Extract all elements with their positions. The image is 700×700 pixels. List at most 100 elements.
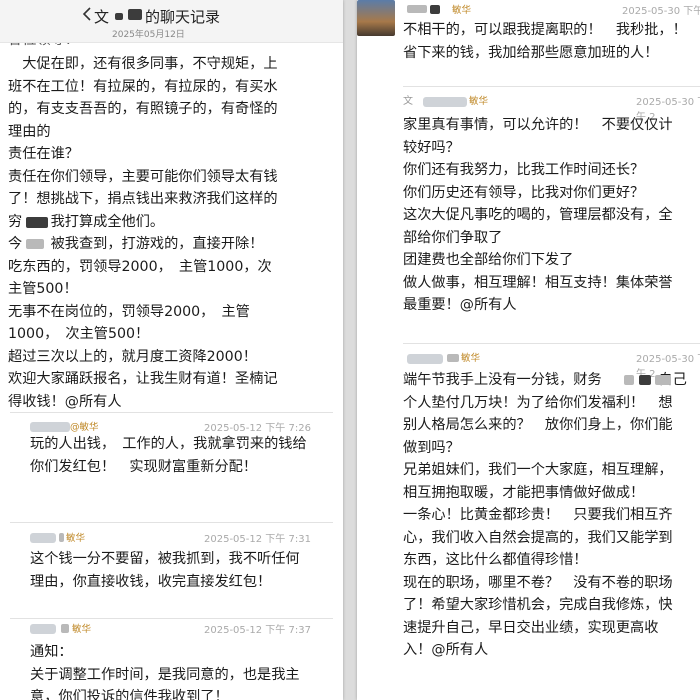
text-line: 欢迎大家踊跃报名，让我生财有道！圣楠记 bbox=[8, 371, 278, 387]
message-time: 2025-05-12 下午 7:37 bbox=[204, 625, 311, 636]
avatar bbox=[30, 533, 56, 543]
sender-name-prefix: 文 bbox=[403, 96, 413, 107]
text-line: 兄弟姐妹们，我们一个大家庭，相互理解， bbox=[403, 462, 673, 478]
text-line: 个人垫付几万块！为了给你们发福利！ 想 bbox=[403, 394, 673, 411]
avatar bbox=[407, 354, 443, 364]
text-line: 做人做事，相互理解！相互支持！集体荣誉 bbox=[403, 274, 673, 291]
censor-block bbox=[26, 239, 44, 249]
text-line: 1000， 次主管500！ bbox=[8, 326, 150, 342]
sender-name: @敏华 bbox=[70, 422, 99, 433]
text-line: 的，有支支吾吾的，有照镜子的，有奇怪的 bbox=[8, 101, 278, 117]
text-line: 一条心！比黄金都珍贵！ 只要我们相互齐 bbox=[403, 507, 673, 523]
text-line: 部给你们争取了 bbox=[403, 229, 503, 246]
text-line: 了！想挑战下，捐点钱出来救济我们这样的 bbox=[8, 191, 278, 207]
censor-block bbox=[61, 624, 69, 633]
left-chat-screenshot: 各位领导！ 大促在即，还有很多同事，不守规矩，上 班不在工位！有拉屎的，有拉尿的… bbox=[0, 0, 343, 700]
sender-name: 敏华 bbox=[452, 5, 472, 16]
message-time: 2025-05-12 下午 7:26 bbox=[204, 423, 311, 434]
text-line: 你们历史还有领导，比我对你们更好？ bbox=[403, 184, 645, 201]
right-msg1-header: 敏华 2025-05-30 下午 bbox=[397, 2, 700, 18]
text-line: 班不在工位！有拉屎的，有拉尿的，有买水 bbox=[8, 78, 278, 95]
avatar bbox=[30, 624, 56, 634]
sender-name: 敏华 bbox=[72, 624, 92, 635]
message-divider bbox=[10, 618, 333, 619]
text-line: 较好吗？ bbox=[403, 139, 460, 156]
left-msg4-text: 通知： 关于调整工作时间，是我同意的，也是我主 意，你们投诉的信件我收到了！ bbox=[30, 641, 300, 700]
text-line: 现在的职场，哪里不卷？ 没有不卷的职场 bbox=[403, 574, 673, 591]
header-title-prefix: 文 bbox=[94, 8, 110, 26]
censor-block bbox=[115, 13, 123, 20]
text-line: 责任在谁？ bbox=[8, 146, 79, 162]
sender-name: 敏华 bbox=[469, 96, 489, 107]
text-line: 无事不在岗位的，罚领导2000， 主管 bbox=[8, 303, 250, 320]
censor-block bbox=[639, 375, 651, 385]
chevron-left-icon[interactable] bbox=[82, 7, 92, 25]
censor-block bbox=[128, 9, 142, 20]
text-line: 今 被我查到，打游戏的，直接开除！ bbox=[8, 236, 264, 252]
message-time: 2025-05-30 下午 bbox=[622, 6, 700, 17]
text-line: 意，你们投诉的信件我收到了！ bbox=[30, 689, 229, 700]
avatar bbox=[357, 0, 395, 36]
censor-block bbox=[624, 375, 634, 385]
chat-record-header: 文 的聊天记录 2025年05月12日 bbox=[0, 0, 343, 43]
text-line: 玩的人出钱， 工作的人，我就拿罚来的钱给 bbox=[30, 436, 307, 452]
text-line: 吃东西的，罚领导2000， 主管1000，次 bbox=[8, 258, 272, 275]
header-title: 的聊天记录 bbox=[145, 8, 221, 26]
text-line: 超过三次以上的，就月度工资降2000！ bbox=[8, 348, 257, 365]
text-line: 主管500！ bbox=[8, 281, 78, 297]
text-line: 心，我们收入自然会提高的，我们又能学到 bbox=[403, 529, 673, 546]
text-line: 这次大促凡事吃的喝的，管理层都没有，全 bbox=[403, 207, 673, 223]
left-msg2-text: 玩的人出钱， 工作的人，我就拿罚来的钱给 你们发红包！ 实现财富重新分配！ bbox=[30, 433, 307, 478]
text-line: 这个钱一分不要留，被我抓到，我不听任何 bbox=[30, 551, 300, 567]
text-line: 省下来的钱，我加给那些愿意加班的人！ bbox=[403, 44, 659, 61]
text-line: 做到吗？ bbox=[403, 439, 460, 456]
avatar bbox=[423, 97, 467, 107]
text-line: 你们还有我努力，比我工作时间还长？ bbox=[403, 162, 645, 178]
text-line: 你们发红包！ 实现财富重新分配！ bbox=[30, 458, 258, 475]
right-msg1-text: 不相干的，可以跟我提离职的！ 我秒批，！ 省下来的钱，我加给那些愿意加班的人！ bbox=[403, 19, 687, 64]
left-msg3-text: 这个钱一分不要留，被我抓到，我不听任何 理由，你直接收钱，收完直接发红包！ bbox=[30, 548, 300, 593]
header-date: 2025年05月12日 bbox=[112, 30, 185, 40]
right-chat-screenshot: 敏华 2025-05-30 下午 不相干的，可以跟我提离职的！ 我秒批，！ 省下… bbox=[357, 0, 700, 700]
censor-block bbox=[59, 533, 64, 542]
right-msg3-header: 敏华 2025-05-30 下午 2 bbox=[403, 350, 700, 380]
right-msg2-header: 文 敏华 2025-05-30 下午 2 bbox=[403, 93, 700, 123]
text-line: 不相干的，可以跟我提离职的！ 我秒批，！ bbox=[403, 22, 687, 38]
avatar bbox=[30, 422, 70, 432]
censor-block bbox=[26, 216, 48, 228]
text-line: 得收钱！@所有人 bbox=[8, 393, 122, 410]
text-line: 大促在即，还有很多同事，不守规矩，上 bbox=[8, 56, 278, 72]
text-line: 通知： bbox=[30, 644, 73, 660]
censor-block bbox=[407, 5, 427, 13]
message-time: 2025-05-12 下午 7:31 bbox=[204, 534, 311, 545]
text-line: 端午节我手上没有一分钱，财务 自己 bbox=[403, 372, 687, 388]
right-msg3-text: 端午节我手上没有一分钱，财务 自己 个人垫付几万块！为了给你们发福利！ 想 别人… bbox=[403, 369, 687, 662]
left-msg4-header: 敏华 2025-05-12 下午 7:37 bbox=[8, 621, 338, 637]
message-divider bbox=[10, 522, 333, 523]
text-line: 别人格局怎么来的？ 放你们身上，你们能 bbox=[403, 417, 673, 433]
text-line: 责任在你们领导，主要可能你们领导太有钱 bbox=[8, 168, 278, 185]
censor-block bbox=[430, 5, 440, 14]
text-line: 入！@所有人 bbox=[403, 642, 489, 658]
text-line: 关于调整工作时间，是我同意的，也是我主 bbox=[30, 666, 300, 683]
text-line: 穷 我打算成全他们。 bbox=[8, 213, 165, 230]
text-line: 家里真有事情，可以允许的！ 不要仅仅计 bbox=[403, 117, 673, 133]
message-divider bbox=[403, 343, 700, 344]
text-line: 东西，这比什么都值得珍惜！ bbox=[403, 552, 588, 568]
text-line: 相互拥抱取暖，才能把事情做好做成！ bbox=[403, 484, 645, 501]
text-line: 速提升自己，早日交出业绩，实现更高收 bbox=[403, 619, 659, 636]
message-divider bbox=[403, 86, 700, 87]
text-line: 理由的 bbox=[8, 123, 51, 140]
text-line: 团建费也全部给你们下发了 bbox=[403, 252, 574, 268]
sender-name: 敏华 bbox=[66, 533, 86, 544]
censor-block bbox=[655, 375, 671, 385]
text-line: 了！希望大家珍惜机会，完成自我修炼，快 bbox=[403, 597, 673, 613]
message-divider bbox=[10, 412, 333, 413]
text-line: 最重要！@所有人 bbox=[403, 297, 517, 313]
sender-name: 敏华 bbox=[461, 353, 481, 364]
censor-block bbox=[447, 354, 459, 362]
right-msg2-text: 家里真有事情，可以允许的！ 不要仅仅计 较好吗？ 你们还有我努力，比我工作时间还… bbox=[403, 114, 673, 317]
text-line: 理由，你直接收钱，收完直接发红包！ bbox=[30, 573, 272, 590]
left-msg3-header: 敏华 2025-05-12 下午 7:31 bbox=[8, 530, 338, 546]
left-msg1-text: 各位领导！ 大促在即，还有很多同事，不守规矩，上 班不在工位！有拉屎的，有拉尿的… bbox=[8, 33, 278, 413]
